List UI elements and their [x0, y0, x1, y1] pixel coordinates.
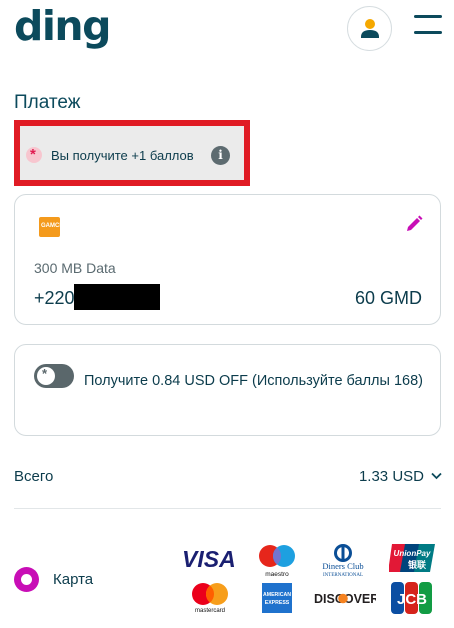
svg-text:JCB: JCB: [397, 591, 427, 608]
svg-text:UnionPay: UnionPay: [394, 549, 431, 558]
discount-text: Получите 0.84 USD OFF (Используйте баллы…: [84, 373, 423, 389]
diners-club-logo: Diners Club INTERNATIONAL: [322, 544, 364, 578]
account-button[interactable]: [347, 6, 392, 51]
points-icon: [26, 146, 42, 163]
amex-logo: AMERICAN EXPRESS: [262, 583, 292, 613]
hamburger-menu-icon[interactable]: [414, 15, 442, 37]
svg-text:INTERNATIONAL: INTERNATIONAL: [323, 573, 363, 578]
mastercard-logo: mastercard: [192, 583, 228, 614]
total-value[interactable]: 1.33 USD: [359, 468, 424, 485]
divider: [14, 508, 441, 509]
info-icon[interactable]: i: [211, 146, 230, 165]
unionpay-logo: UnionPay 银联: [389, 544, 435, 572]
svg-text:银联: 银联: [408, 559, 427, 571]
points-text: Вы получите +1 баллов: [51, 148, 194, 163]
toggle-knob: [37, 366, 55, 385]
product-amount: 60 GMD: [354, 288, 422, 308]
visa-logo: VISA: [182, 546, 236, 570]
points-banner: Вы получите +1 баллов i: [14, 120, 250, 186]
svg-text:VISA: VISA: [182, 546, 236, 570]
redacted-phone-digits: [74, 284, 160, 310]
operator-logo: GAMCEL: [39, 217, 67, 237]
phone-number: +220: [34, 288, 75, 308]
svg-text:mastercard: mastercard: [195, 608, 225, 614]
total-label: Всего: [14, 468, 54, 485]
ding-logo[interactable]: ding: [14, 2, 111, 50]
card-radio[interactable]: [14, 567, 39, 592]
jcb-logo: JCB: [391, 582, 432, 614]
chevron-down-icon[interactable]: [431, 472, 442, 480]
svg-text:Diners Club: Diners Club: [322, 561, 363, 571]
points-toggle[interactable]: [34, 364, 74, 388]
product-name: 300 MB Data: [34, 260, 116, 276]
pencil-icon[interactable]: [405, 215, 423, 233]
svg-text:maestro: maestro: [265, 571, 289, 578]
discount-card: Получите 0.84 USD OFF (Используйте баллы…: [14, 344, 441, 436]
product-card: GAMCEL 300 MB Data +220 60 GMD: [14, 194, 441, 325]
header: ding: [0, 0, 454, 60]
discover-logo: DISCOVER: [314, 592, 376, 606]
svg-text:AMERICAN: AMERICAN: [263, 592, 291, 598]
card-label[interactable]: Карта: [53, 571, 93, 588]
svg-text:EXPRESS: EXPRESS: [265, 600, 290, 606]
page-title: Платеж: [14, 92, 81, 113]
maestro-logo: maestro: [259, 545, 295, 578]
user-icon: [361, 19, 379, 38]
